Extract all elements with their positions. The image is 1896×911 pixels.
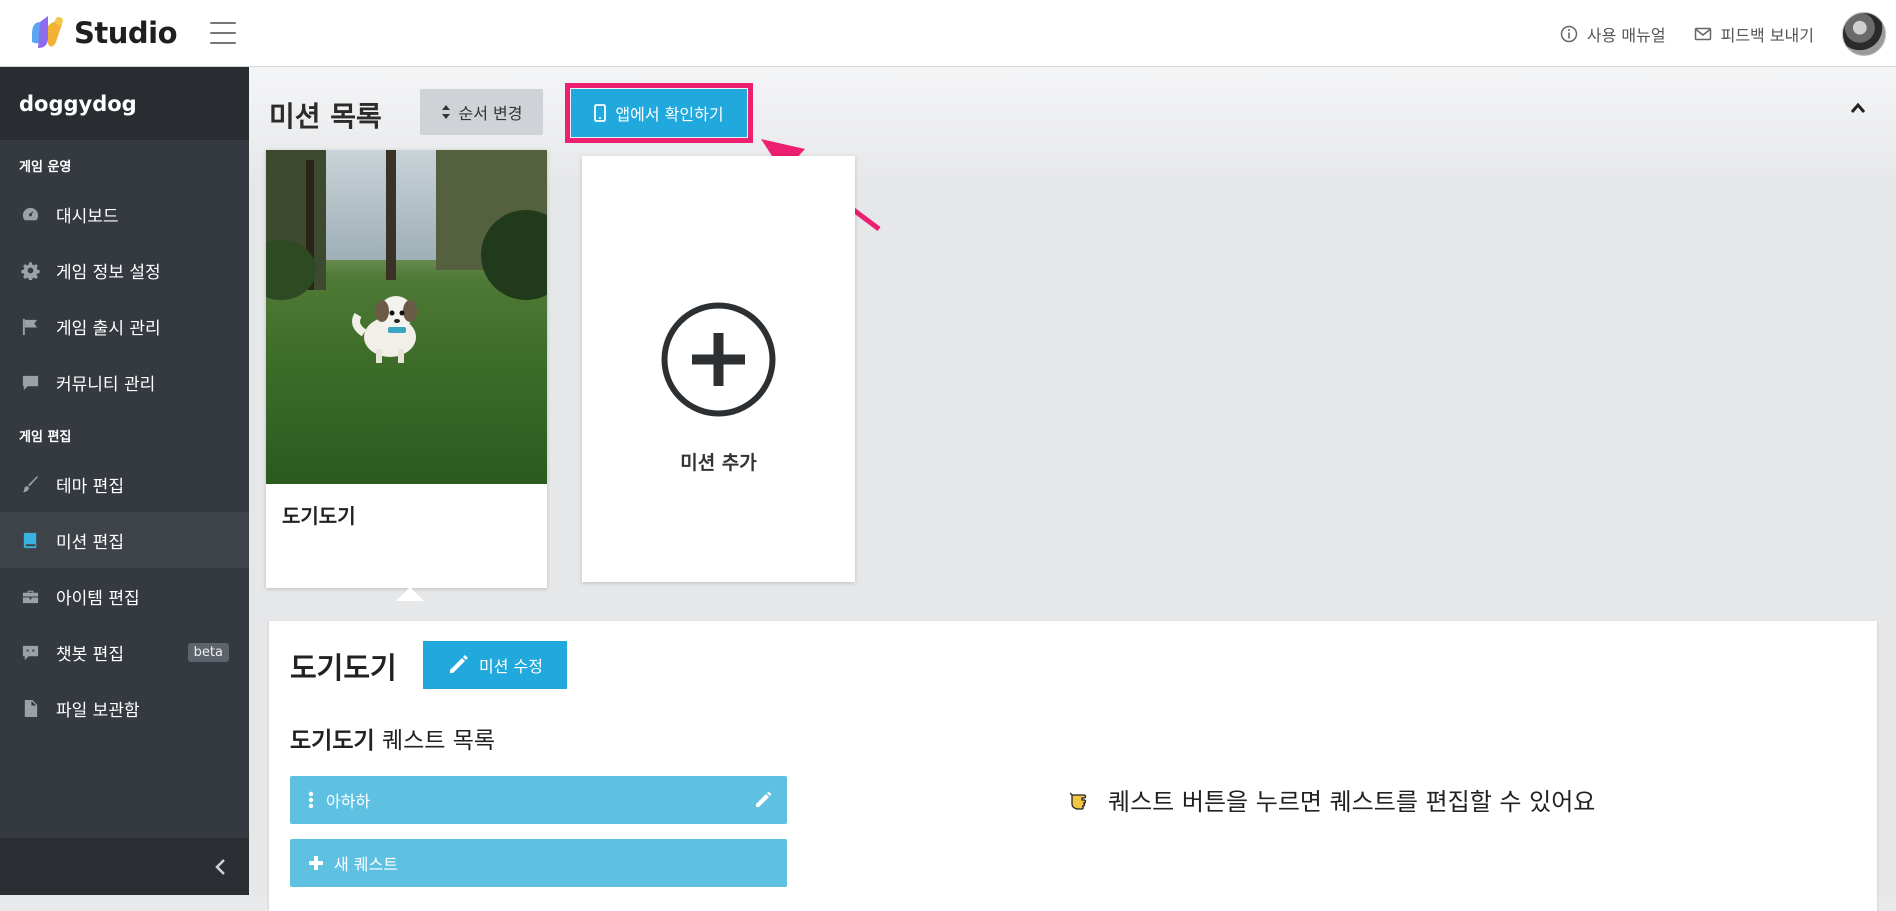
mission-detail-title: 도기도기 xyxy=(290,651,397,685)
sidebar-item-label: 아이템 편집 xyxy=(56,588,140,609)
menu-toggle-icon[interactable] xyxy=(210,22,236,44)
pointing-hand-icon xyxy=(1070,792,1087,810)
feedback-link[interactable]: 피드백 보내기 xyxy=(1694,22,1814,46)
logo-text: Studio xyxy=(74,16,178,50)
sidebar-item-label: 게임 출시 관리 xyxy=(56,318,161,339)
manual-link-label: 사용 매뉴얼 xyxy=(1586,25,1666,45)
edit-mission-button[interactable]: 미션 수정 xyxy=(423,641,567,689)
view-in-app-button-label: 앱에서 확인하기 xyxy=(615,105,724,124)
mobile-icon xyxy=(594,104,607,122)
mission-detail-panel: 도기도기 미션 수정 도기도기 퀘스트 목록 아하하 새 퀘스트 퀘스트 버튼을… xyxy=(269,621,1877,911)
dashboard-icon xyxy=(20,204,40,224)
add-mission-card[interactable]: 미션 추가 xyxy=(582,156,855,582)
info-icon xyxy=(1560,25,1578,42)
main-content: 미션 목록 순서 변경 앱에서 확인하기 도기도기 미션 추가 도기도기 미션 … xyxy=(249,67,1896,911)
plus-icon xyxy=(309,856,323,870)
sidebar-item-label: 챗봇 편집 xyxy=(56,644,124,665)
sidebar-item-mission[interactable]: 미션 편집 xyxy=(0,512,249,568)
quest-list-heading: 도기도기 퀘스트 목록 xyxy=(290,721,495,755)
sidebar-item-label: 대시보드 xyxy=(56,206,119,227)
sidebar-item-label: 게임 정보 설정 xyxy=(56,262,161,283)
sidebar-item-theme[interactable]: 테마 편집 xyxy=(0,456,249,512)
sidebar-item-files[interactable]: 파일 보관함 xyxy=(0,680,249,736)
sidebar-item-release[interactable]: 게임 출시 관리 xyxy=(0,298,249,354)
drag-handle-icon[interactable] xyxy=(308,791,314,809)
reorder-button-label: 순서 변경 xyxy=(458,104,523,123)
toolbox-icon xyxy=(20,586,40,606)
sidebar-item-community[interactable]: 커뮤니티 관리 xyxy=(0,354,249,410)
sidebar-item-label: 커뮤니티 관리 xyxy=(56,374,156,395)
logo-icon xyxy=(32,16,63,48)
book-icon xyxy=(20,530,40,550)
sidebar-item-game-settings[interactable]: 게임 정보 설정 xyxy=(0,242,249,298)
mission-card-name: 도기도기 xyxy=(282,504,356,528)
logo[interactable]: Studio xyxy=(26,12,178,54)
mission-photo xyxy=(266,150,547,484)
quest-list-mission-name: 도기도기 xyxy=(290,728,375,754)
reorder-button[interactable]: 순서 변경 xyxy=(420,89,543,135)
manual-link[interactable]: 사용 매뉴얼 xyxy=(1560,22,1666,46)
new-quest-button[interactable]: 새 퀘스트 xyxy=(290,839,787,887)
quest-list-suffix: 퀘스트 목록 xyxy=(381,728,496,754)
new-quest-label: 새 퀘스트 xyxy=(334,855,398,874)
sidebar-collapse-button[interactable] xyxy=(0,838,249,895)
sidebar-item-label: 파일 보관함 xyxy=(56,700,140,721)
avatar[interactable] xyxy=(1842,11,1886,56)
selected-pointer xyxy=(396,587,424,601)
page-title: 미션 목록 xyxy=(269,100,382,133)
mission-card[interactable]: 도기도기 xyxy=(266,150,547,588)
comment-icon xyxy=(20,372,40,392)
sidebar: doggydog 게임 운영 대시보드 게임 정보 설정 게임 출시 관리 커뮤… xyxy=(0,67,249,895)
section-operate: 게임 운영 xyxy=(19,159,72,175)
quest-item[interactable]: 아하하 xyxy=(290,776,787,824)
pencil-icon[interactable] xyxy=(754,791,772,809)
view-in-app-button[interactable]: 앱에서 확인하기 xyxy=(571,89,747,137)
sidebar-item-dashboard[interactable]: 대시보드 xyxy=(0,186,249,242)
gear-icon xyxy=(20,260,40,280)
quest-item-label: 아하하 xyxy=(326,792,371,811)
plus-circle-icon xyxy=(661,302,776,417)
chatbot-icon xyxy=(20,642,40,662)
sidebar-item-label: 미션 편집 xyxy=(56,532,124,553)
feedback-link-label: 피드백 보내기 xyxy=(1720,25,1814,45)
quest-hint-text: 퀘스트 버튼을 누르면 퀘스트를 편집할 수 있어요 xyxy=(1108,788,1596,816)
sidebar-item-item[interactable]: 아이템 편집 xyxy=(0,568,249,624)
sidebar-item-label: 테마 편집 xyxy=(56,476,124,497)
file-icon xyxy=(20,698,40,718)
envelope-icon xyxy=(1694,27,1711,40)
pencil-icon xyxy=(450,655,469,673)
section-edit: 게임 편집 xyxy=(19,429,72,445)
beta-badge: beta xyxy=(187,642,229,662)
sort-icon xyxy=(441,105,450,119)
sidebar-item-chatbot[interactable]: 챗봇 편집 beta xyxy=(0,624,249,680)
quest-hint: 퀘스트 버튼을 누르면 퀘스트를 편집할 수 있어요 xyxy=(1070,782,1595,817)
brush-icon xyxy=(20,474,40,494)
project-name: doggydog xyxy=(0,67,249,140)
chevron-up-icon[interactable] xyxy=(1850,101,1866,115)
edit-mission-button-label: 미션 수정 xyxy=(479,657,543,676)
flag-icon xyxy=(20,316,40,336)
add-mission-label: 미션 추가 xyxy=(680,452,757,474)
top-bar: Studio 사용 매뉴얼 피드백 보내기 xyxy=(0,0,1896,67)
chevron-left-icon xyxy=(215,858,225,875)
